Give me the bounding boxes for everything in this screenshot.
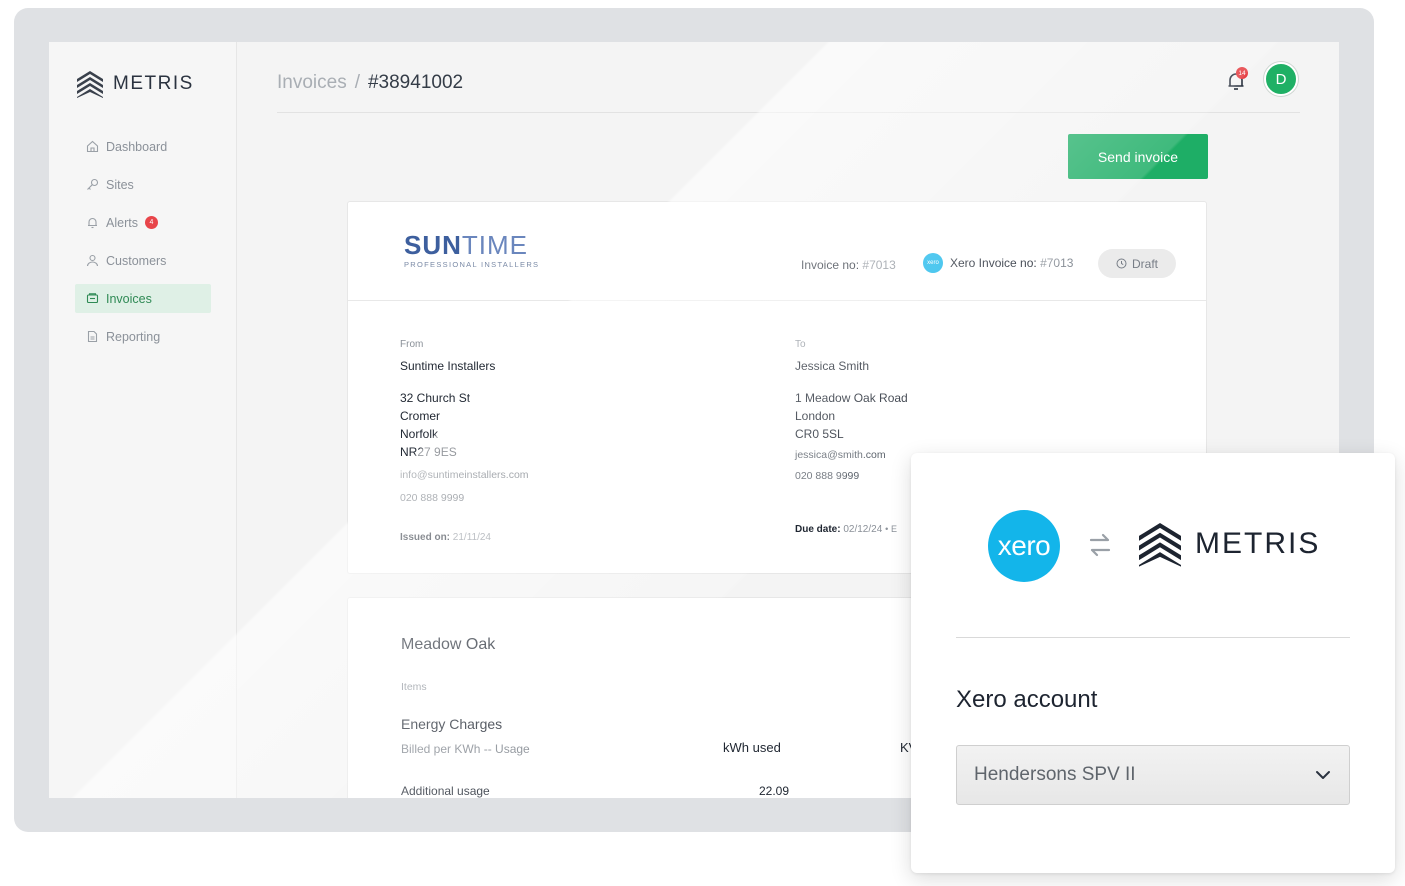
alerts-count-badge: 4 (144, 216, 158, 229)
bell-icon (88, 217, 97, 229)
breadcrumb-invoices-link[interactable]: Invoices (277, 72, 347, 93)
invoice-number-label: Invoice no: (801, 258, 860, 272)
company-logo: SUNTIME PROFESSIONAL INSTALLERS (404, 232, 539, 269)
breadcrumb-current: #38941002 (367, 72, 464, 93)
sidebar-item-label: Invoices (106, 291, 152, 306)
invoice-icon (86, 293, 99, 304)
to-address-line: 1 Meadow Oak Road (795, 391, 908, 405)
sidebar-item-label: Sites (106, 177, 134, 192)
home-icon (86, 140, 99, 153)
to-name: Jessica Smith (795, 359, 870, 373)
sidebar-item-reporting[interactable]: Reporting (75, 322, 211, 351)
metris-logo-text: METRIS (1195, 527, 1321, 560)
notification-count-badge: 14 (1236, 67, 1248, 79)
status-dot: • (885, 524, 889, 534)
sidebar-item-dashboard[interactable]: Dashboard (75, 132, 211, 161)
xero-connection-panel: xero METRIS Xero account Hendersons SPV … (911, 453, 1395, 873)
invoice-number-value: #7013 (862, 258, 896, 272)
to-email: jessica@smith.com (795, 449, 886, 461)
row-value: 22.09 (759, 784, 790, 798)
due-status-text: E (891, 524, 898, 534)
sidebar-item-label: Alerts (106, 215, 138, 230)
from-label: From (400, 339, 424, 350)
logo-text-bold: SUN (404, 230, 462, 260)
to-address-line: London (795, 409, 836, 423)
clock-icon (1116, 258, 1127, 269)
sidebar-item-label: Customers (106, 253, 167, 268)
status-label: Draft (1131, 256, 1158, 271)
sidebar-item-customers[interactable]: Customers (75, 246, 211, 275)
to-label: To (795, 339, 806, 350)
metris-logo-icon (1139, 523, 1181, 567)
due-label: Due date: (795, 524, 841, 535)
sidebar-item-invoices[interactable]: Invoices (75, 284, 211, 313)
logo-text-light: TIME (461, 230, 529, 260)
avatar[interactable]: D (1264, 62, 1298, 96)
sidebar-item-label: Reporting (106, 329, 161, 344)
issued-value: 21/11/24 (452, 532, 491, 543)
xero-icon: xero (923, 253, 943, 273)
users-icon (86, 254, 99, 267)
xero-logo: xero (988, 510, 1060, 582)
sidebar-item-sites[interactable]: Sites (75, 170, 211, 199)
header-divider (277, 112, 1300, 113)
send-invoice-button[interactable]: Send invoice (1068, 134, 1208, 179)
line-item-description: Billed per KWh -- Usage (401, 742, 530, 756)
metris-logo: METRIS (1139, 521, 1320, 567)
from-address-line: 32 Church St (400, 391, 471, 405)
from-address-line: Cromer (400, 409, 441, 423)
issued-date: Issued on: 21/11/24 (400, 532, 491, 543)
to-phone: 020 888 9999 (795, 470, 860, 482)
status-badge: Draft (1098, 249, 1176, 278)
breadcrumb: Invoices / #38941002 (277, 72, 463, 94)
sidebar-item-label: Dashboard (106, 139, 168, 154)
from-email: info@suntimeinstallers.com (400, 469, 529, 481)
to-address-line: CR0 5SL (795, 427, 844, 441)
brand-name: METRIS (113, 73, 194, 94)
row-label: Additional usage (401, 784, 490, 798)
logo-subtitle: PROFESSIONAL INSTALLERS (404, 260, 540, 269)
sidebar-nav: Dashboard Sites Alerts 4 Customers Invoi… (75, 132, 211, 360)
invoice-number: Invoice no: #7013 (801, 258, 896, 272)
selected-account-value: Hendersons SPV II (974, 764, 1136, 785)
items-label: Items (401, 681, 427, 693)
xero-account-heading: Xero account (956, 686, 1098, 713)
from-phone: 020 888 9999 (400, 492, 465, 504)
notifications-button[interactable]: 14 (1225, 67, 1248, 92)
document-icon (87, 330, 98, 343)
due-date: Due date: 02/12/24 • E (795, 524, 897, 535)
xero-invoice-number: xero Xero Invoice no: #7013 (923, 253, 1073, 273)
metris-logo-icon (77, 71, 103, 98)
xero-invoice-label: Xero Invoice no: (950, 256, 1037, 270)
column-header-kwh: kWh used (723, 740, 781, 755)
breadcrumb-separator: / (354, 72, 360, 93)
sidebar-item-alerts[interactable]: Alerts 4 (75, 208, 211, 237)
from-address-line: Norfolk (400, 427, 439, 441)
from-address-line: NR27 9ES (400, 445, 457, 459)
key-icon (87, 178, 99, 190)
line-item-title: Energy Charges (401, 716, 503, 732)
chevron-down-icon (1316, 771, 1330, 779)
xero-invoice-value: #7013 (1040, 256, 1074, 270)
panel-divider (956, 637, 1350, 638)
invoice-header-divider (348, 300, 1206, 301)
xero-account-select[interactable]: Hendersons SPV II (956, 745, 1350, 805)
from-name: Suntime Installers (400, 359, 496, 373)
sync-arrows-icon (1089, 533, 1111, 557)
brand-logo[interactable]: METRIS (77, 70, 194, 98)
issued-label: Issued on: (400, 532, 451, 543)
sidebar: METRIS Dashboard Sites Alerts 4 Customer… (49, 42, 237, 798)
due-value: 02/12/24 (843, 524, 883, 535)
site-title: Meadow Oak (401, 636, 496, 653)
